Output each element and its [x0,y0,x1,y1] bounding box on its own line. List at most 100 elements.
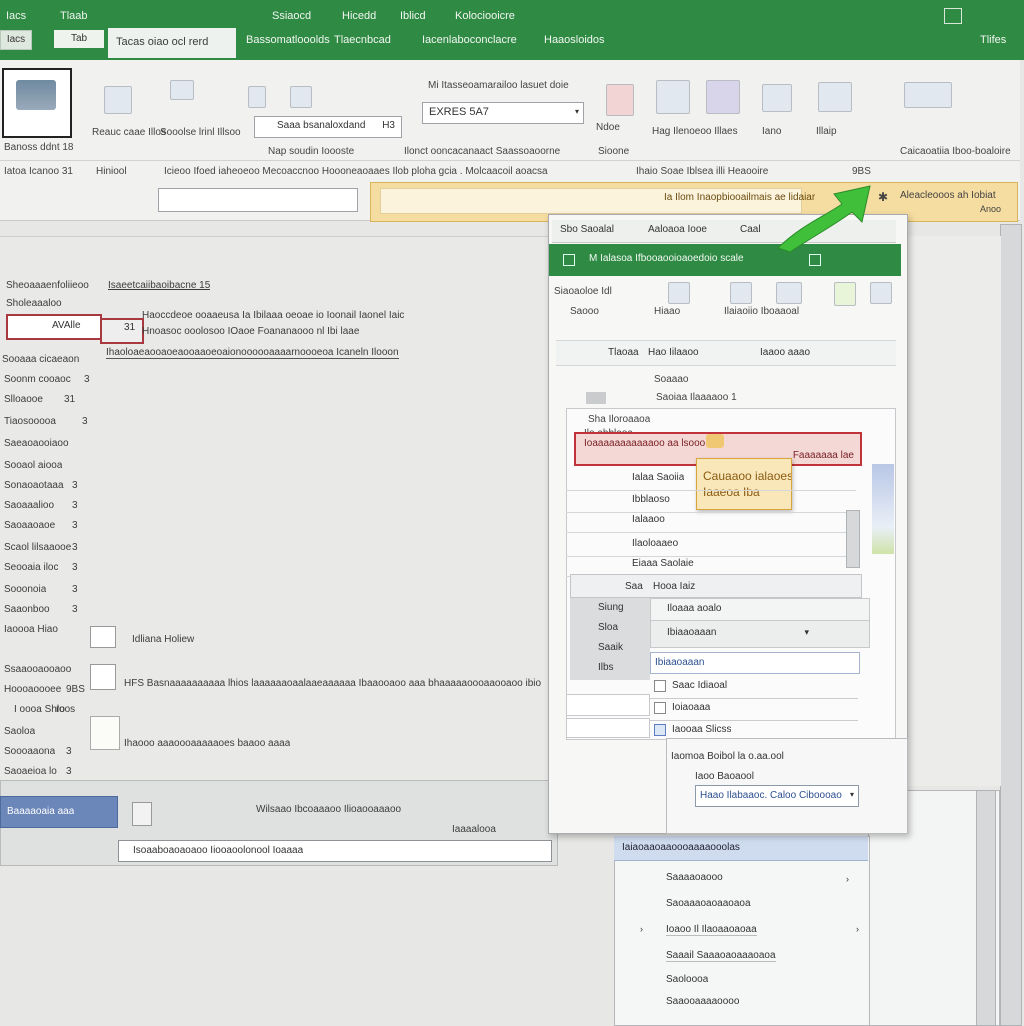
bottom-panel-select[interactable]: Haao Ilabaaoc. Caloo Ciboooao ▾ [695,785,859,807]
submenu-item-3[interactable]: Iacenlaboconclacre [422,34,517,46]
ribbon-right-btn-4[interactable]: Illaip [816,126,837,137]
list-item[interactable]: Iaoooa Hiao [4,624,58,635]
right-panel-item[interactable]: Saaail Saaaoaoaaaoaoa [666,950,776,962]
tab-active[interactable]: Tacas oiao ocl rerd [108,28,236,58]
menu-item-4[interactable]: Kolociooicre [455,10,515,22]
ribbon-right-btn-1[interactable]: Ndoe [596,122,620,133]
list-item[interactable]: Saaonboo [4,604,50,615]
list-item[interactable]: Sooaol aiooa [4,460,62,471]
dialog-tool-left-2[interactable]: Saooo [570,306,599,317]
menu-item-2[interactable]: Hicedd [342,10,376,22]
font-combo[interactable]: EXRES 5A7 ▾ [422,102,584,124]
table-left-cell[interactable]: Siung [598,602,624,613]
submenu-item-1[interactable]: Bassomatlooolds [246,34,330,46]
right-panel-item[interactable]: Saoaaaoaoaaoaoa [666,898,751,909]
list-item[interactable]: I oooa Shloos [14,704,75,715]
main-link-line[interactable]: Ihaoloaeaooaoeaooaaoeoaionoooooaaaarnooo… [106,347,399,359]
notice-right[interactable]: Aleacleooos ah Iobiat [900,190,996,201]
lower-checkbox[interactable] [132,802,152,826]
ribbon-right-btn-2[interactable]: Hag Ilenoeoo Illaes [652,126,738,137]
sub-option[interactable]: Ioiaoaaa [650,698,858,721]
lower-input[interactable]: Isoaaboaoaoaoo Iiooaoolonool Ioaaaa [118,840,552,862]
checkbox-3[interactable] [90,716,120,750]
breadcrumb-item[interactable]: Hao Iilaaoo [648,347,699,358]
dialog-tool-left-1[interactable]: Siaoaoloe Idl [554,286,612,297]
submenu-item-4[interactable]: Haaosloidos [544,34,605,46]
table-left-cell[interactable]: Ilbs [598,662,614,673]
dialog-row[interactable]: Ibblaoso [566,492,856,513]
checkbox-icon[interactable] [654,680,666,692]
chevron-down-icon[interactable]: ▾ [575,107,579,116]
list-item[interactable]: Tiaosooooa [4,416,56,427]
format-icon[interactable] [170,80,194,100]
table-left-cell[interactable]: Saaik [598,642,623,653]
checkbox-2[interactable] [90,664,116,690]
list-item[interactable]: Sonaoaotaaa [4,480,64,491]
list-item[interactable]: Saoaaoaoe [4,520,55,531]
menu-item-1[interactable]: Ssiaocd [272,10,311,22]
tab-left-2[interactable]: Tlaab [60,10,88,22]
dialog-row[interactable]: Ilaoloaaeo [566,536,856,557]
dialog-tool-icon-4[interactable] [834,282,856,306]
list-item[interactable]: Soonm cooaoc [4,374,71,385]
dialog-tab-2[interactable]: Aaloaoa Iooe [648,224,707,235]
chevron-right-icon[interactable]: › [846,874,849,884]
style-icon[interactable] [606,84,634,116]
list-item[interactable]: Ssaaooaooaoo [4,664,71,675]
list-item[interactable]: Saeaoaooiaoo [4,438,69,449]
list-item[interactable]: Sooonoia [4,584,46,595]
dialog-tool-icon-2[interactable] [730,282,752,304]
checkbox-1[interactable] [90,626,116,648]
name-box[interactable] [158,188,358,212]
ribbon-right-btn-3[interactable]: Iano [762,126,781,137]
dialog-tool-icon-3[interactable] [776,282,802,304]
dialog-tool-icon-1[interactable] [668,282,690,304]
right-panel-item[interactable]: Saoloooa [666,974,708,985]
dialog-tab-1[interactable]: Sbo Saoalal [560,224,614,235]
chevron-down-icon[interactable]: ▾ [850,790,854,799]
chevron-right-icon[interactable]: › [640,924,643,934]
thumbnail-image[interactable] [2,68,72,138]
right-scrollbar[interactable] [976,790,996,1026]
dialog-small-input-2[interactable] [566,718,650,738]
right-panel-item[interactable]: Saaooaaaaoooo [666,996,739,1007]
sub-panel-field[interactable]: Ibiaaoaaan ▾ [650,620,870,648]
list-item[interactable]: Seooaia iloc [4,562,58,573]
value-input[interactable]: AVAlle [6,314,102,340]
main-scrollbar[interactable] [1000,224,1022,1026]
menu-item-3[interactable]: Iblicd [400,10,426,22]
chevron-right-icon[interactable]: › [856,924,859,934]
checkbox-icon[interactable] [654,702,666,714]
list-item[interactable]: Saoaeioa lo [4,766,57,777]
size-combo[interactable]: Saaa bsanaloxdand H3 [254,116,402,138]
dialog-tool-icon-5[interactable] [870,282,892,304]
tab-button[interactable]: Tab [54,30,104,48]
main-heading-link[interactable]: Isaeetcaiibaoibacne 15 [108,280,210,291]
list-item[interactable]: Slloaooe [4,394,43,405]
dropdown-icon[interactable]: ▾ [804,627,809,638]
file-button[interactable]: Iacs [0,30,32,50]
paste-icon[interactable] [104,86,132,114]
table-icon[interactable] [656,80,690,114]
list-item[interactable]: Hoooaoooee [4,684,61,695]
lower-selected-tab[interactable]: Baaaaoaia aaa [0,796,118,828]
list-item[interactable]: Saoaaalioo [4,500,54,511]
bold-icon[interactable] [248,86,266,108]
font-icon[interactable] [290,86,312,108]
right-panel-item[interactable]: Saaaaoaooo [666,872,723,883]
tab-left-1[interactable]: Iacs [6,10,26,22]
chart-icon[interactable] [706,80,740,114]
breadcrumb-item[interactable]: Iaaoo aaao [760,347,810,358]
list-item[interactable]: Soooaaona [4,746,55,757]
sub-option[interactable]: Iaooaa Slicss [650,720,858,740]
share-icon[interactable] [818,82,852,112]
dialog-scrollbar[interactable] [846,510,860,568]
layout-icon[interactable] [762,84,792,112]
right-panel-item[interactable]: Ioaoo Il Ilaoaaoaoaa [666,924,757,936]
submenu-item-2[interactable]: Tlaecnbcad [334,34,391,46]
sub-option[interactable]: Saac Idiaoal [650,676,858,699]
checkbox-icon[interactable] [654,724,666,736]
table-left-cell[interactable]: Sloa [598,622,618,633]
dialog-small-input[interactable] [566,694,650,716]
breadcrumb-item[interactable]: Tlaoaa [608,347,639,358]
